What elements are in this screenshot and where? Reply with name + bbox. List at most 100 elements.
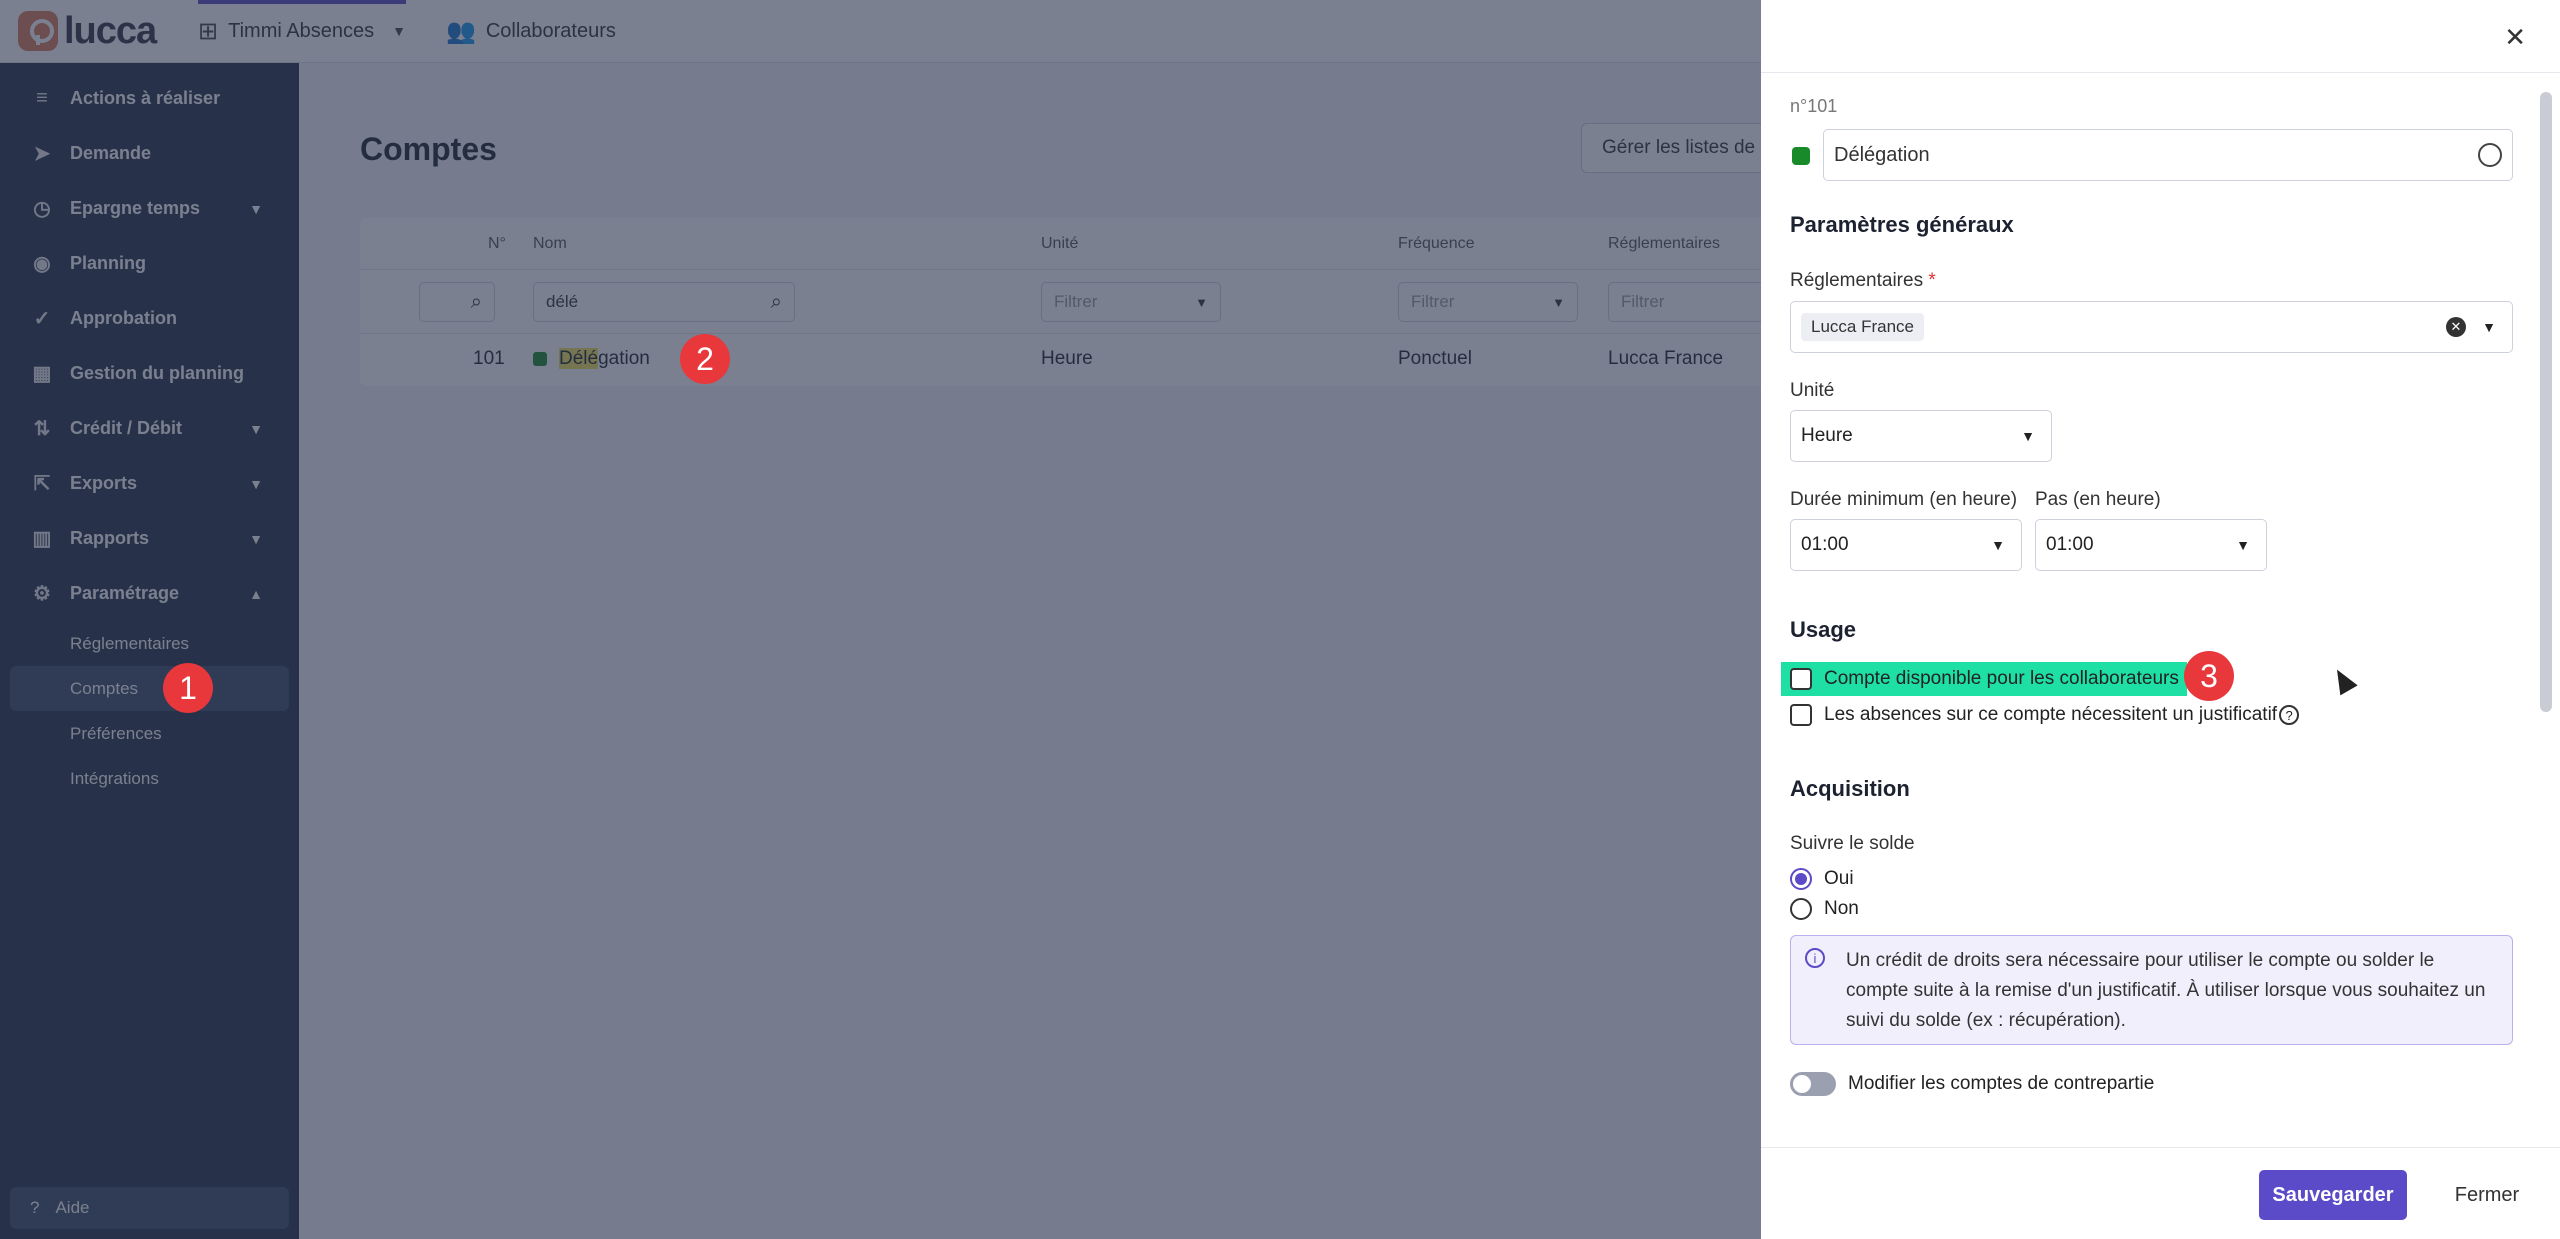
regl-label: Réglementaires * (1790, 270, 1936, 291)
radio-no-row[interactable]: Non (1790, 898, 1859, 920)
sidebar-subitem-integrations[interactable]: Intégrations (0, 756, 299, 801)
section-acquisition-title: Acquisition (1790, 776, 1910, 801)
radio-no[interactable] (1790, 898, 1812, 920)
eye-icon: ◉ (33, 253, 51, 275)
justification-checkbox[interactable] (1790, 704, 1812, 726)
sidebar-item-epargne[interactable]: ◷ Epargne temps ▼ (0, 181, 299, 236)
counterpart-toggle-row[interactable]: Modifier les comptes de contrepartie (1790, 1072, 2154, 1096)
chevron-down-icon: ▼ (392, 23, 406, 39)
app-switcher[interactable]: ⊞ Timmi Absences ▼ (198, 0, 406, 63)
sidebar-item-planning[interactable]: ◉ Planning (0, 236, 299, 291)
clock-icon: ◷ (33, 198, 51, 220)
follow-balance-label: Suivre le solde (1790, 833, 1915, 854)
row-unit: Heure (1041, 348, 1093, 369)
save-button[interactable]: Sauvegarder (2259, 1170, 2407, 1220)
required-mark: * (1928, 270, 1936, 291)
freq-filter-select[interactable]: Filtrer ▼ (1398, 282, 1578, 322)
info-callout: i Un crédit de droits sera nécessaire po… (1790, 935, 2513, 1045)
sidebar-subitem-comptes[interactable]: Comptes (10, 666, 289, 711)
collaborateurs-link[interactable]: 👥 Collaborateurs (446, 0, 616, 63)
table-row[interactable]: 101 Délégation Heure Ponctuel Lucca Fran… (360, 334, 1860, 386)
regl-chip: Lucca France (1801, 313, 1924, 341)
regl-select[interactable]: Lucca France ✕ ▼ (1790, 301, 2513, 353)
chevron-down-icon: ▼ (249, 200, 263, 217)
chevron-down-icon: ▼ (2236, 537, 2250, 553)
panel-scrollbar[interactable] (2540, 92, 2552, 712)
chevron-down-icon: ▼ (249, 420, 263, 437)
help-circle-icon[interactable]: ? (2279, 705, 2300, 725)
col-num[interactable]: N° (488, 235, 506, 253)
check-icon: ✓ (33, 308, 51, 330)
grid-icon: ⊞ (198, 17, 219, 45)
col-freq[interactable]: Fréquence (1398, 235, 1475, 253)
footer-divider (1761, 1147, 2560, 1148)
sidebar-item-parametrage[interactable]: ⚙ Paramétrage ▲ (0, 566, 299, 621)
sidebar-item-credit-debit[interactable]: ⇅ Crédit / Débit ▼ (0, 401, 299, 456)
chevron-down-icon: ▼ (1195, 294, 1208, 310)
globe-icon[interactable] (2478, 143, 2502, 167)
export-icon: ⇱ (33, 473, 51, 495)
justification-checkbox-row[interactable]: Les absences sur ce compte nécessitent u… (1790, 704, 2300, 726)
min-duration-select[interactable]: 01:00 ▼ (1790, 519, 2022, 571)
page-title: Comptes (360, 131, 497, 167)
step-select[interactable]: 01:00 ▼ (2035, 519, 2267, 571)
chevron-down-icon: ▼ (249, 475, 263, 492)
info-icon: i (1805, 948, 1825, 968)
section-general-title: Paramètres généraux (1790, 212, 2014, 237)
counterpart-toggle[interactable] (1790, 1072, 1836, 1096)
clear-icon[interactable]: ✕ (2446, 317, 2466, 337)
chevron-down-icon: ▼ (1552, 294, 1565, 310)
close-button[interactable]: Fermer (2437, 1170, 2537, 1220)
col-unit[interactable]: Unité (1041, 235, 1078, 253)
sort-icon: ⇅ (33, 418, 51, 440)
num-filter-input[interactable]: ⌕ (419, 282, 495, 322)
sidebar-subitem-preferences[interactable]: Préférences (0, 711, 299, 756)
available-checkbox-row[interactable]: Compte disponible pour les collaborateur… (1790, 668, 2179, 690)
chart-icon: ▥ (32, 528, 52, 550)
search-icon: ⌕ (770, 290, 782, 313)
sidebar-item-demande[interactable]: ➤ Demande (0, 126, 299, 181)
lucca-logo[interactable]: lucca (18, 10, 178, 53)
lucca-logo-icon (18, 11, 58, 51)
row-num: 101 (473, 348, 505, 369)
available-checkbox[interactable] (1790, 668, 1812, 690)
chevron-down-icon: ▼ (249, 530, 263, 547)
sidebar-subitem-reglementaires[interactable]: Réglementaires (0, 621, 299, 666)
step-badge-1: 1 (163, 663, 213, 713)
account-number: n°101 (1790, 96, 1838, 116)
sidebar: ≡ Actions à réaliser ➤ Demande ◷ Epargne te… (0, 63, 299, 1239)
divider (1761, 72, 2560, 73)
unit-select[interactable]: Heure ▼ (1790, 410, 2052, 462)
settings-icon: ⚙ (33, 583, 51, 605)
unit-filter-select[interactable]: Filtrer ▼ (1041, 282, 1221, 322)
account-edit-panel: ✕ n°101 Délégation Paramètres généraux R… (1761, 0, 2560, 1239)
account-color-picker[interactable] (1792, 147, 1810, 165)
unit-label: Unité (1790, 380, 1835, 401)
col-name[interactable]: Nom (533, 235, 567, 253)
chevron-down-icon: ▼ (2482, 319, 2496, 335)
min-duration-label: Durée minimum (en heure) (1790, 489, 2018, 510)
search-icon: ⌕ (470, 290, 482, 313)
help-icon: ? (30, 1198, 40, 1217)
radio-yes-row[interactable]: Oui (1790, 868, 1854, 890)
chevron-down-icon: ▼ (1991, 537, 2005, 553)
account-name-input[interactable]: Délégation (1823, 129, 2513, 181)
sidebar-item-exports[interactable]: ⇱ Exports ▼ (0, 456, 299, 511)
sidebar-item-gestion-planning[interactable]: ▦ Gestion du planning (0, 346, 299, 401)
name-filter-input[interactable]: délé ⌕ (533, 282, 795, 322)
row-regl: Lucca France (1608, 348, 1724, 369)
radio-yes[interactable] (1790, 868, 1812, 890)
help-button[interactable]: ? Aide (10, 1187, 289, 1229)
chevron-up-icon: ▲ (249, 585, 263, 602)
accounts-table: N° Nom Unité Fréquence Réglementaires ⌕ … (360, 218, 1860, 386)
sidebar-item-approbation[interactable]: ✓ Approbation (0, 291, 299, 346)
col-regl[interactable]: Réglementaires (1608, 235, 1720, 253)
close-icon[interactable]: ✕ (2504, 22, 2526, 53)
chevron-down-icon: ▼ (2021, 428, 2035, 444)
sidebar-item-rapports[interactable]: ▥ Rapports ▼ (0, 511, 299, 566)
step-label: Pas (en heure) (2035, 489, 2161, 510)
row-name[interactable]: Délégation (533, 348, 650, 370)
step-badge-2: 2 (680, 334, 730, 384)
sidebar-item-actions[interactable]: ≡ Actions à réaliser (0, 71, 299, 126)
main-content: Comptes Gérer les listes de c N° Nom Uni… (299, 63, 1860, 1239)
